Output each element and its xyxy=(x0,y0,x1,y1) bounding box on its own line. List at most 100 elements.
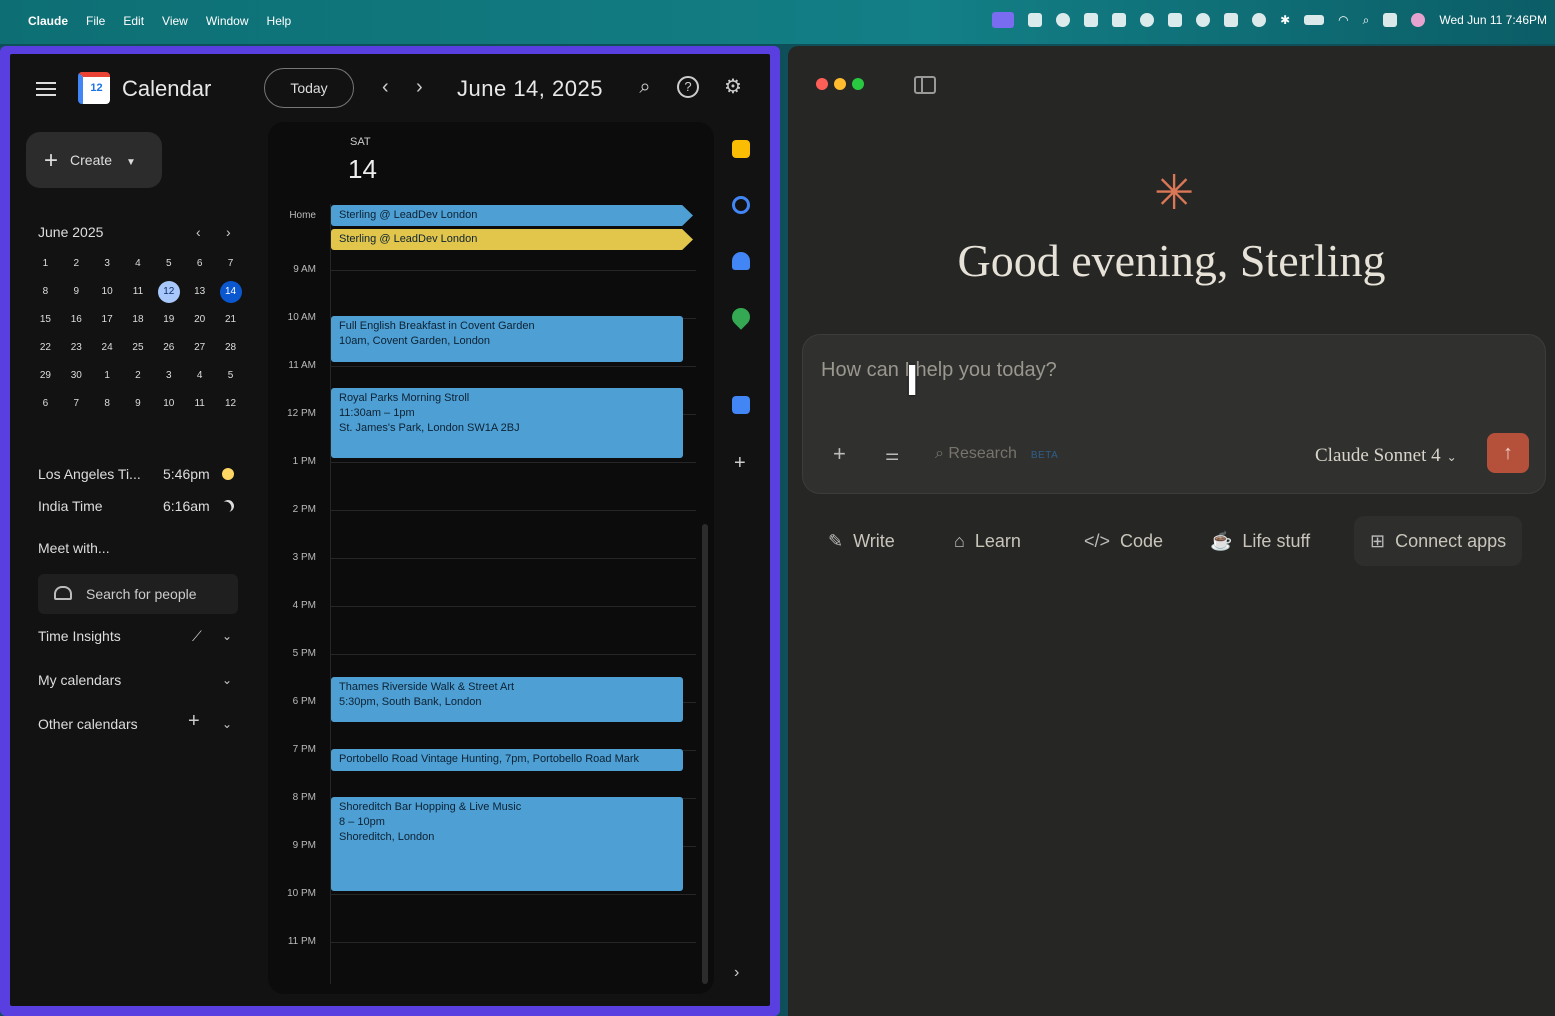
layers-icon[interactable] xyxy=(1224,13,1239,27)
search-people-input[interactable]: Search for people xyxy=(38,574,238,614)
menu-edit[interactable]: Edit xyxy=(123,14,144,28)
help-icon[interactable]: ? xyxy=(677,76,699,98)
mini-day[interactable]: 14 xyxy=(215,278,246,306)
cloud-icon[interactable] xyxy=(1196,13,1211,27)
menu-view[interactable]: View xyxy=(162,14,188,28)
maximize-window-icon[interactable] xyxy=(852,78,864,90)
mini-day[interactable]: 23 xyxy=(61,334,92,362)
other-calendars-label[interactable]: Other calendars xyxy=(38,716,138,732)
mini-day[interactable]: 9 xyxy=(61,278,92,306)
mini-day[interactable]: 12 xyxy=(215,390,246,418)
mini-day[interactable]: 9 xyxy=(123,390,154,418)
shield-icon[interactable] xyxy=(1168,13,1183,27)
keep-icon[interactable] xyxy=(732,140,750,158)
status-app-icon[interactable] xyxy=(1028,13,1043,27)
main-menu-icon[interactable] xyxy=(36,82,56,96)
mini-day[interactable]: 4 xyxy=(184,362,215,390)
control-center-icon[interactable] xyxy=(1383,13,1398,27)
mini-day[interactable]: 8 xyxy=(92,390,123,418)
mini-day[interactable]: 7 xyxy=(61,390,92,418)
mini-day[interactable]: 15 xyxy=(30,306,61,334)
bluetooth-icon[interactable]: ✱ xyxy=(1280,13,1290,27)
learn-chip[interactable]: ⌂ Learn xyxy=(954,516,1021,566)
mini-day[interactable]: 5 xyxy=(215,362,246,390)
mini-day[interactable]: 3 xyxy=(153,362,184,390)
connect-apps-chip[interactable]: ⊞ Connect apps xyxy=(1354,516,1523,566)
calendar-event[interactable]: Royal Parks Morning Stroll 11:30am – 1pm S… xyxy=(331,388,683,458)
mini-day[interactable]: 18 xyxy=(123,306,154,334)
mini-day[interactable]: 29 xyxy=(30,362,61,390)
mini-day[interactable]: 11 xyxy=(184,390,215,418)
screen-share-icon[interactable] xyxy=(992,12,1015,28)
mini-day[interactable]: 12 xyxy=(153,278,184,306)
mini-day[interactable]: 26 xyxy=(153,334,184,362)
code-chip[interactable]: </> Code xyxy=(1084,516,1163,566)
zoom-icon[interactable] xyxy=(732,396,750,414)
next-day-icon[interactable]: › xyxy=(416,76,423,99)
mini-prev-month-icon[interactable]: ‹ xyxy=(196,224,201,240)
mini-day[interactable]: 16 xyxy=(61,306,92,334)
mini-day[interactable]: 30 xyxy=(61,362,92,390)
life-stuff-chip[interactable]: ☕ Life stuff xyxy=(1210,516,1310,566)
time-insights-label[interactable]: Time Insights xyxy=(38,628,121,644)
mini-day[interactable]: 10 xyxy=(153,390,184,418)
chevron-down-icon[interactable]: ⌄ xyxy=(222,629,232,643)
mini-day[interactable]: 8 xyxy=(30,278,61,306)
calendar-event[interactable]: Full English Breakfast in Covent Garden 1… xyxy=(331,316,683,362)
mini-day[interactable]: 21 xyxy=(215,306,246,334)
mini-day[interactable]: 6 xyxy=(184,250,215,278)
mini-next-month-icon[interactable]: › xyxy=(226,224,231,240)
add-attachment-icon[interactable]: + xyxy=(833,441,846,467)
maps-icon[interactable] xyxy=(728,304,754,330)
insights-chart-icon[interactable]: ⟋ xyxy=(192,628,202,645)
model-selector[interactable]: Claude Sonnet 4 ⌄ xyxy=(1315,445,1457,467)
minimize-window-icon[interactable] xyxy=(834,78,846,90)
calendar-event[interactable]: Thames Riverside Walk & Street Art 5:30pm… xyxy=(331,677,683,722)
write-chip[interactable]: ✎ Write xyxy=(828,516,895,566)
mini-day[interactable]: 7 xyxy=(215,250,246,278)
wifi-icon[interactable]: ◠ xyxy=(1338,13,1348,27)
menu-window[interactable]: Window xyxy=(206,14,249,28)
tasks-icon[interactable] xyxy=(732,196,750,214)
play-icon[interactable] xyxy=(1252,13,1267,27)
calendar-event[interactable]: Shoreditch Bar Hopping & Live Music 8 – 1… xyxy=(331,797,683,891)
mini-day[interactable]: 10 xyxy=(92,278,123,306)
mini-day[interactable]: 1 xyxy=(30,250,61,278)
allday-event[interactable]: Sterling @ LeadDev London xyxy=(331,205,693,226)
mini-day[interactable]: 2 xyxy=(61,250,92,278)
mini-day[interactable]: 28 xyxy=(215,334,246,362)
previous-day-icon[interactable]: ‹ xyxy=(382,76,389,99)
allday-event[interactable]: Sterling @ LeadDev London xyxy=(331,229,693,250)
status-app-icon[interactable] xyxy=(1112,13,1127,27)
mini-day[interactable]: 19 xyxy=(153,306,184,334)
settings-gear-icon[interactable]: ⚙ xyxy=(722,76,744,98)
menu-help[interactable]: Help xyxy=(267,14,292,28)
mini-day[interactable]: 11 xyxy=(123,278,154,306)
menubar-clock[interactable]: Wed Jun 11 7:46PM xyxy=(1439,13,1547,27)
mini-day[interactable]: 13 xyxy=(184,278,215,306)
battery-icon[interactable] xyxy=(1304,15,1325,25)
mini-day[interactable]: 2 xyxy=(123,362,154,390)
mini-day[interactable]: 3 xyxy=(92,250,123,278)
siri-icon[interactable] xyxy=(1411,13,1426,27)
mini-day[interactable]: 17 xyxy=(92,306,123,334)
add-calendar-icon[interactable]: + xyxy=(188,710,200,733)
create-button[interactable]: + Create ▼ xyxy=(26,132,162,188)
mini-day[interactable]: 25 xyxy=(123,334,154,362)
search-icon[interactable]: ⌕ xyxy=(1363,13,1370,28)
send-button[interactable]: ↑ xyxy=(1487,433,1529,473)
mini-day[interactable]: 27 xyxy=(184,334,215,362)
sidebar-toggle-icon[interactable] xyxy=(914,76,936,94)
research-button[interactable]: ⌕ Research BETA xyxy=(935,445,1058,463)
calendar-event[interactable]: Portobello Road Vintage Hunting, 7pm, Po… xyxy=(331,749,683,771)
chevron-down-icon[interactable]: ⌄ xyxy=(222,717,232,731)
search-icon[interactable]: ⌕ xyxy=(634,76,656,98)
tools-sliders-icon[interactable]: ⚌ xyxy=(885,445,899,465)
status-app-icon[interactable] xyxy=(1084,13,1099,27)
today-button[interactable]: Today xyxy=(264,68,354,108)
chevron-down-icon[interactable]: ⌄ xyxy=(222,673,232,687)
menu-file[interactable]: File xyxy=(86,14,105,28)
mini-day[interactable]: 6 xyxy=(30,390,61,418)
contacts-icon[interactable] xyxy=(732,252,750,270)
close-window-icon[interactable] xyxy=(816,78,828,90)
